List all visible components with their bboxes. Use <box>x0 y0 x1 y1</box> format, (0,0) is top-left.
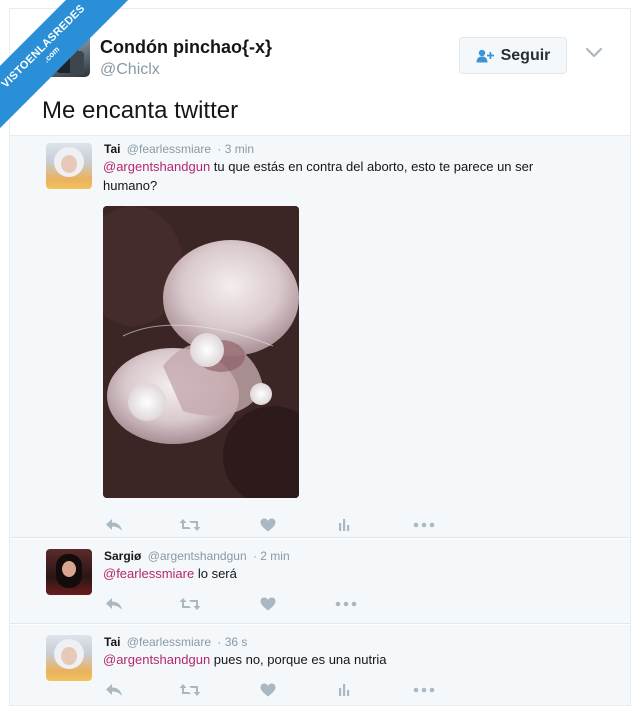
avatar[interactable] <box>46 549 92 595</box>
reply-author-handle[interactable]: @fearlessmiare <box>127 142 211 156</box>
reply-icon[interactable] <box>103 516 125 534</box>
analytics-icon[interactable] <box>333 681 355 699</box>
tweet-card: Condón pinchao{-x} @Chiclx Seguir Me enc… <box>9 8 631 706</box>
reply-body: pues no, porque es una nutria <box>210 652 387 667</box>
analytics-icon[interactable] <box>333 516 355 534</box>
reply-author-name[interactable]: Tai <box>104 635 120 649</box>
reply-timestamp[interactable]: · 2 min <box>253 549 290 563</box>
reply-icon[interactable] <box>103 595 125 613</box>
reply-item[interactable]: Tai @fearlessmiare · 36 s @argentshandgu… <box>10 625 630 705</box>
reply-item[interactable]: Sargiø @argentshandgun · 2 min @fearless… <box>10 539 630 624</box>
reply-timestamp[interactable]: · 3 min <box>217 142 254 156</box>
retweet-icon[interactable] <box>179 681 201 699</box>
reply-actions <box>103 516 463 534</box>
more-icon[interactable] <box>335 595 357 613</box>
reply-body: lo será <box>194 566 237 581</box>
follow-button[interactable]: Seguir <box>459 37 567 74</box>
embryo-image <box>103 206 299 498</box>
reply-text: @argentshandgun tu que estás en contra d… <box>103 157 583 195</box>
reply-icon[interactable] <box>103 681 125 699</box>
attached-photo[interactable] <box>103 206 299 498</box>
mention-link[interactable]: @argentshandgun <box>103 159 210 174</box>
avatar[interactable] <box>46 143 92 189</box>
reply-author-handle[interactable]: @argentshandgun <box>148 549 247 563</box>
reply-text: @fearlessmiare lo será <box>103 564 583 583</box>
like-icon[interactable] <box>257 516 279 534</box>
mention-link[interactable]: @fearlessmiare <box>103 566 194 581</box>
reply-header: Tai @fearlessmiare · 36 s <box>104 635 247 649</box>
reply-item[interactable]: Tai @fearlessmiare · 3 min @argentshandg… <box>10 136 630 538</box>
author-handle[interactable]: @Chiclx <box>100 61 160 79</box>
retweet-icon[interactable] <box>179 595 201 613</box>
reply-header: Sargiø @argentshandgun · 2 min <box>104 549 290 563</box>
mention-link[interactable]: @argentshandgun <box>103 652 210 667</box>
reply-header: Tai @fearlessmiare · 3 min <box>104 142 254 156</box>
follow-label: Seguir <box>500 46 551 64</box>
reply-author-name[interactable]: Sargiø <box>104 549 141 563</box>
reply-author-handle[interactable]: @fearlessmiare <box>127 635 211 649</box>
author-name[interactable]: Condón pinchao{-x} <box>100 37 272 58</box>
tweet-text: Me encanta twitter <box>42 97 239 124</box>
reply-actions <box>103 595 463 613</box>
chevron-down-icon[interactable] <box>584 45 604 61</box>
more-icon[interactable] <box>413 516 435 534</box>
avatar[interactable] <box>46 635 92 681</box>
reply-author-name[interactable]: Tai <box>104 142 120 156</box>
like-icon[interactable] <box>257 681 279 699</box>
reply-timestamp[interactable]: · 36 s <box>217 635 247 649</box>
reply-actions <box>103 681 463 699</box>
reply-text: @argentshandgun pues no, porque es una n… <box>103 650 583 669</box>
follow-user-icon <box>476 49 494 62</box>
like-icon[interactable] <box>257 595 279 613</box>
more-icon[interactable] <box>413 681 435 699</box>
retweet-icon[interactable] <box>179 516 201 534</box>
